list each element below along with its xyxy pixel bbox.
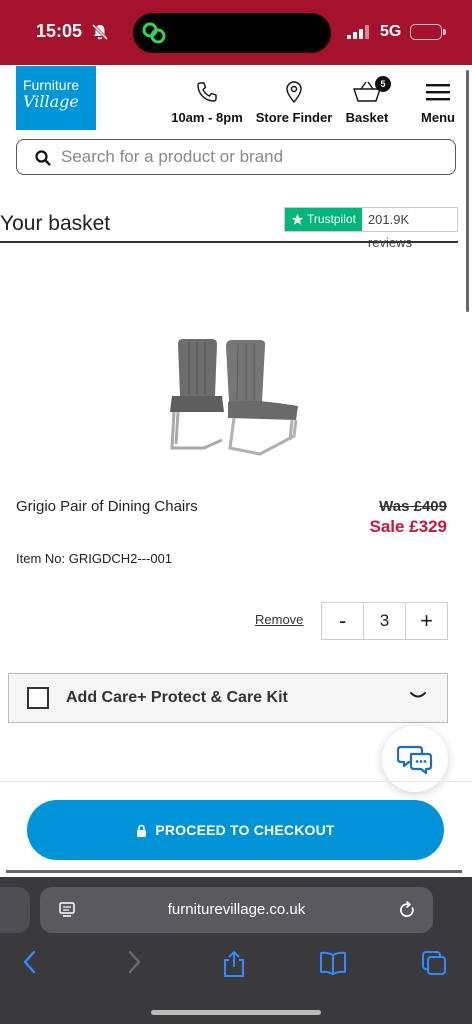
tabs-icon[interactable] xyxy=(421,950,447,976)
trustpilot-label: Trustpilot xyxy=(307,212,356,226)
network-label: 5G xyxy=(380,23,402,40)
sale-price: Sale £329 xyxy=(369,517,447,536)
url-text[interactable]: furniturevillage.co.uk xyxy=(40,901,433,918)
page-title: Your basket xyxy=(0,212,111,235)
status-time: 15:05 xyxy=(36,21,83,41)
logo-line-1: Furniture xyxy=(23,77,80,93)
browser-toolbar: furniturevillage.co.uk xyxy=(0,877,472,1024)
product-image[interactable] xyxy=(164,336,309,460)
dynamic-island xyxy=(133,13,331,53)
trustpilot-star-icon xyxy=(291,213,304,225)
store-finder-label: Store Finder xyxy=(255,110,333,125)
basket-label: Basket xyxy=(345,110,389,125)
item-number: Item No: GRIGDCH2---001 xyxy=(16,551,173,566)
decrement-button[interactable]: - xyxy=(322,603,363,639)
trustpilot-widget[interactable]: Trustpilot 201.9K reviews xyxy=(284,207,458,250)
phone-icon xyxy=(197,82,217,102)
care-kit-label: Add Care+ Protect & Care Kit xyxy=(66,689,288,706)
chat-button[interactable] xyxy=(382,726,448,792)
product-name[interactable]: Grigio Pair of Dining Chairs xyxy=(16,498,198,515)
bell-slash-icon xyxy=(91,23,109,41)
store-finder-link[interactable]: Store Finder xyxy=(252,80,336,125)
increment-button[interactable]: + xyxy=(406,603,447,639)
back-icon[interactable] xyxy=(22,950,38,974)
page-scrollbar[interactable] xyxy=(466,70,469,312)
map-pin-icon xyxy=(286,81,302,104)
hamburger-menu-icon xyxy=(426,84,450,101)
home-indicator xyxy=(151,1010,321,1015)
phone-hours-label: 10am - 8pm xyxy=(171,110,243,125)
menu-button[interactable]: Menu xyxy=(414,80,462,125)
chat-icon xyxy=(397,745,433,775)
basket-link[interactable]: 5 Basket xyxy=(340,76,394,125)
signal-icon xyxy=(347,25,369,39)
care-kit-checkbox[interactable] xyxy=(27,687,49,709)
chevron-down-icon[interactable] xyxy=(410,691,426,701)
address-bar[interactable]: furniturevillage.co.uk xyxy=(40,887,433,933)
quantity-value[interactable]: 3 xyxy=(363,603,406,639)
trustpilot-brand: Trustpilot xyxy=(285,208,362,231)
search-icon xyxy=(35,150,51,166)
trustpilot-reviews: 201.9K reviews xyxy=(367,212,412,250)
divider xyxy=(6,870,462,873)
checkout-button[interactable]: PROCEED TO CHECKOUT xyxy=(27,800,444,860)
quantity-stepper[interactable]: - 3 + xyxy=(321,602,448,640)
site-logo[interactable]: Furniture Village xyxy=(16,66,96,130)
search-bar[interactable] xyxy=(16,139,456,175)
bookmarks-icon[interactable] xyxy=(318,950,348,976)
link-activity-icon xyxy=(142,22,166,44)
lock-icon xyxy=(137,824,147,837)
forward-icon[interactable] xyxy=(126,950,142,974)
battery-icon xyxy=(410,24,446,40)
divider xyxy=(0,241,458,243)
basket-count-badge: 5 xyxy=(375,76,391,92)
remove-link[interactable]: Remove xyxy=(255,612,303,627)
was-price: Was £409 xyxy=(379,498,447,515)
phone-link[interactable]: 10am - 8pm xyxy=(166,80,248,125)
share-icon[interactable] xyxy=(221,950,247,978)
previous-tab[interactable] xyxy=(0,887,30,933)
search-input[interactable] xyxy=(61,145,441,169)
logo-line-2: Village xyxy=(23,92,79,111)
care-kit-option[interactable]: Add Care+ Protect & Care Kit xyxy=(8,673,448,723)
divider xyxy=(0,781,472,782)
checkout-label: PROCEED TO CHECKOUT xyxy=(155,822,335,838)
reload-icon[interactable] xyxy=(398,900,416,920)
status-bar: 15:05 5G xyxy=(0,0,472,65)
menu-label: Menu xyxy=(421,110,455,125)
